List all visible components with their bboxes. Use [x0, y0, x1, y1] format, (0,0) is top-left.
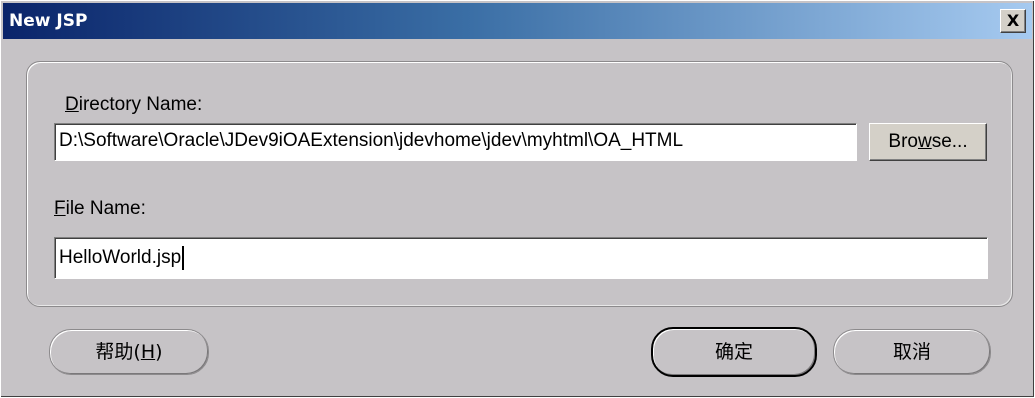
text-caret: [182, 245, 185, 270]
cancel-label: 取消: [892, 341, 931, 363]
file-name-field[interactable]: HelloWorld.jsp: [54, 237, 988, 279]
file-label-accelerator: F: [54, 198, 66, 219]
help-label-post: ): [155, 341, 163, 363]
browse-button[interactable]: Browse...: [869, 123, 987, 161]
cancel-button[interactable]: 取消: [833, 329, 991, 375]
form-panel: Directory Name: D:\Software\Oracle\JDev9…: [26, 61, 1013, 307]
browse-label-pre: Bro: [888, 131, 918, 152]
browse-label-post: se...: [931, 131, 968, 152]
help-button[interactable]: 帮助(H): [49, 329, 209, 375]
help-label-pre: 帮助(: [95, 341, 141, 363]
help-label-accelerator: H: [140, 341, 156, 363]
close-icon: X: [1006, 11, 1020, 30]
directory-name-label: Directory Name:: [65, 94, 202, 116]
file-label-text: ile Name:: [65, 198, 146, 219]
directory-name-value: D:\Software\Oracle\JDev9iOAExtension\jde…: [59, 130, 684, 151]
title-bar[interactable]: New JSP X: [3, 3, 1032, 39]
directory-label-text: irectory Name:: [78, 94, 203, 115]
directory-label-accelerator: D: [65, 94, 79, 115]
ok-label: 确定: [714, 341, 753, 363]
dialog-title: New JSP: [9, 11, 88, 31]
ok-button[interactable]: 确定: [651, 327, 817, 377]
file-name-value: HelloWorld.jsp: [59, 247, 182, 268]
new-jsp-dialog: New JSP X Directory Name: D:\Software\Or…: [0, 0, 1035, 398]
browse-label-accelerator: w: [917, 131, 932, 152]
directory-name-field[interactable]: D:\Software\Oracle\JDev9iOAExtension\jde…: [54, 123, 857, 161]
close-button[interactable]: X: [1000, 9, 1026, 33]
file-name-label: File Name:: [54, 198, 146, 220]
